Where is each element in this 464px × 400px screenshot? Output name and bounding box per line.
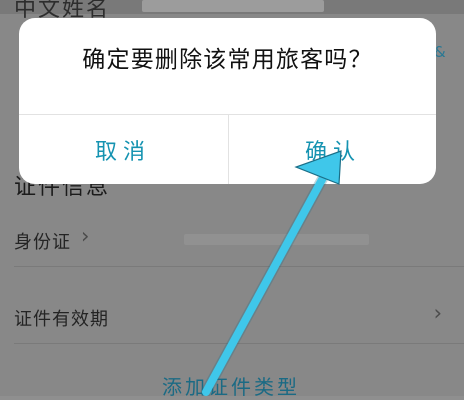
dialog-message: 确定要删除该常用旅客吗？ xyxy=(82,47,373,73)
confirm-button[interactable]: 确认 xyxy=(229,115,436,184)
cancel-button[interactable]: 取消 xyxy=(19,115,227,184)
delete-traveler-dialog: 确定要删除该常用旅客吗？ 取消 确认 xyxy=(19,18,436,184)
